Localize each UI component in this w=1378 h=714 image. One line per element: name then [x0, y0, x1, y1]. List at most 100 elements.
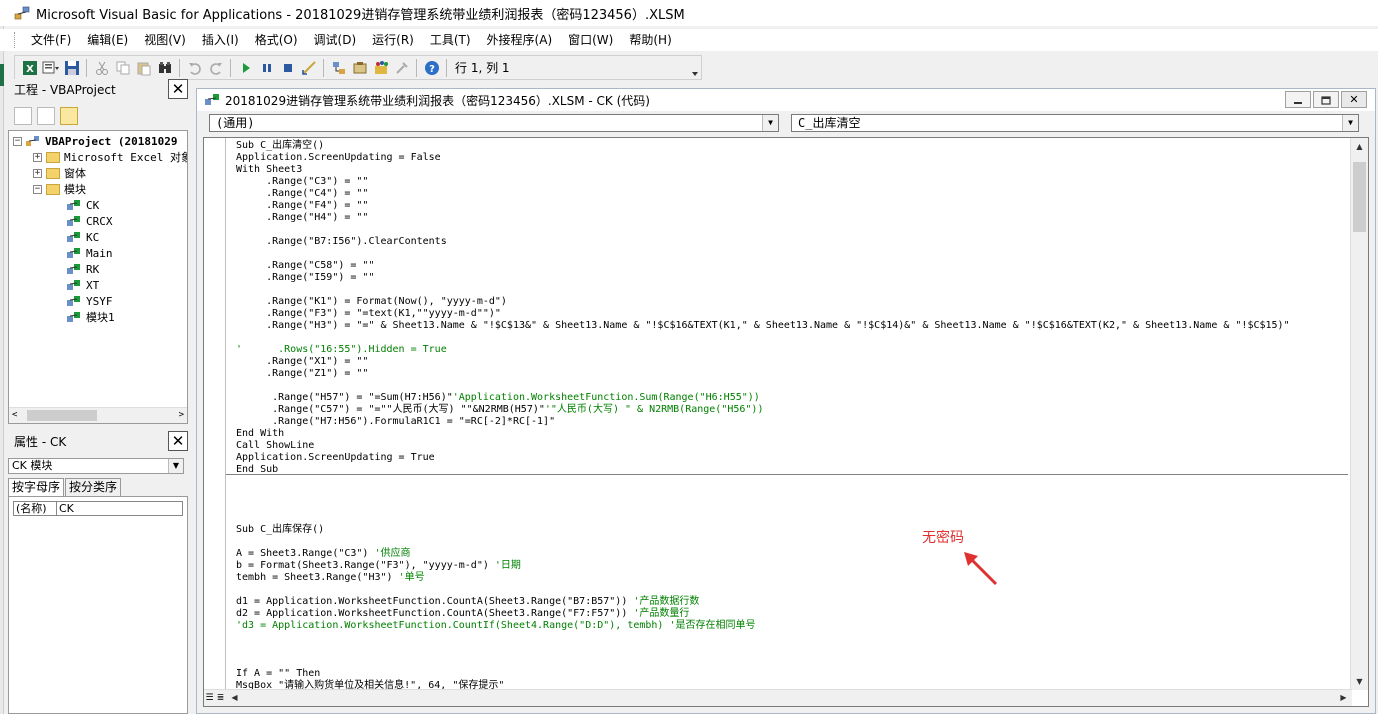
procedure-combo[interactable]: C_出库清空 ▼ — [791, 114, 1359, 132]
code-line[interactable]: .Range("I59") = "" — [236, 272, 1346, 284]
code-line[interactable]: Call ShowLine — [236, 440, 1346, 452]
scroll-down-icon[interactable]: ▼ — [1351, 673, 1368, 690]
code-line[interactable] — [236, 380, 1346, 392]
tree-folder-modules[interactable]: − 模块 — [33, 181, 86, 197]
code-line[interactable]: d1 = Application.WorksheetFunction.Count… — [236, 596, 1346, 608]
cut-icon[interactable] — [92, 58, 111, 77]
menu-window[interactable]: 窗口(W) — [560, 29, 621, 51]
object-combo[interactable]: (通用) ▼ — [209, 114, 779, 132]
code-line[interactable] — [236, 248, 1346, 260]
code-line[interactable] — [236, 512, 1346, 524]
code-line[interactable] — [236, 656, 1346, 668]
find-icon[interactable] — [155, 58, 174, 77]
expand-icon[interactable]: + — [33, 168, 42, 178]
scroll-left-icon[interactable]: < — [12, 410, 17, 420]
code-vertical-scrollbar[interactable]: ▲ ▼ — [1350, 138, 1368, 690]
excel-view-icon[interactable]: X — [20, 58, 39, 77]
menu-file[interactable]: 文件(F) — [23, 29, 79, 51]
object-browser-icon[interactable] — [371, 58, 390, 77]
view-code-icon[interactable] — [14, 107, 32, 125]
code-text[interactable]: Sub C_出库清空() Application.ScreenUpdating =… — [236, 140, 1346, 692]
chevron-down-icon[interactable]: ▼ — [168, 459, 183, 473]
tree-module-kc[interactable]: KC — [67, 229, 99, 245]
scroll-left-icon[interactable]: ◀ — [226, 690, 243, 706]
undo-icon[interactable] — [185, 58, 204, 77]
tree-module-main[interactable]: Main — [67, 245, 113, 261]
insert-module-icon[interactable] — [41, 58, 60, 77]
menu-edit[interactable]: 编辑(E) — [79, 29, 136, 51]
chevron-down-icon[interactable]: ▼ — [1342, 115, 1358, 131]
code-line[interactable]: b = Format(Sheet3.Range("F3"), "yyyy-m-d… — [236, 560, 1346, 572]
code-line[interactable]: .Range("B7:I56").ClearContents — [236, 236, 1346, 248]
property-value[interactable]: CK — [57, 502, 74, 515]
menu-run[interactable]: 运行(R) — [364, 29, 422, 51]
properties-object-select[interactable]: CK 模块 ▼ — [8, 458, 184, 474]
toggle-folders-icon[interactable] — [60, 107, 78, 125]
property-row-name[interactable]: (名称) CK — [13, 501, 183, 516]
code-line[interactable]: .Range("C4") = "" — [236, 188, 1346, 200]
scroll-thumb[interactable] — [1353, 162, 1366, 232]
code-line[interactable]: .Range("C3") = "" — [236, 176, 1346, 188]
code-line[interactable]: .Range("C58") = "" — [236, 260, 1346, 272]
toolbar-overflow-icon[interactable] — [691, 69, 699, 77]
restore-icon[interactable] — [1313, 91, 1339, 108]
menu-help[interactable]: 帮助(H) — [621, 29, 679, 51]
code-line[interactable]: .Range("C57") = "=""人民币(大写) ""&N2RMB(H57… — [236, 404, 1346, 416]
menu-addins[interactable]: 外接程序(A) — [479, 29, 561, 51]
code-line[interactable]: tembh = Sheet3.Range("H3") '单号 — [236, 572, 1346, 584]
view-object-icon[interactable] — [37, 107, 55, 125]
collapse-icon[interactable]: − — [33, 184, 42, 194]
code-line[interactable]: Application.ScreenUpdating = False — [236, 152, 1346, 164]
expand-icon[interactable]: + — [33, 152, 42, 162]
paste-icon[interactable] — [134, 58, 153, 77]
toolbox-icon[interactable] — [392, 58, 411, 77]
code-line[interactable]: .Range("H4") = "" — [236, 212, 1346, 224]
menu-tools[interactable]: 工具(T) — [422, 29, 479, 51]
code-line[interactable] — [236, 284, 1346, 296]
close-icon[interactable]: ✕ — [168, 79, 188, 99]
code-line[interactable]: Sub C_出库清空() — [236, 140, 1346, 152]
menu-insert[interactable]: 插入(I) — [194, 29, 247, 51]
code-line[interactable]: With Sheet3 — [236, 164, 1346, 176]
tree-horizontal-scrollbar[interactable]: < > — [9, 407, 187, 423]
tree-folder-excel-objects[interactable]: + Microsoft Excel 对象 — [33, 149, 187, 165]
code-line[interactable]: Application.ScreenUpdating = True — [236, 452, 1346, 464]
tree-item-root[interactable]: − VBAProject (20181029 — [13, 133, 177, 149]
tree-module-crcx[interactable]: CRCX — [67, 213, 113, 229]
code-line[interactable]: d2 = Application.WorksheetFunction.Count… — [236, 608, 1346, 620]
scroll-right-icon[interactable]: > — [179, 410, 184, 420]
close-icon[interactable]: ✕ — [168, 431, 188, 451]
code-line[interactable]: .Range("H7:H56").FormulaR1C1 = "=RC[-2]*… — [236, 416, 1346, 428]
code-line[interactable] — [236, 536, 1346, 548]
scroll-thumb[interactable] — [27, 410, 97, 421]
code-line[interactable]: .Range("F3") = "=text(K1,""yyyy-m-d"")" — [236, 308, 1346, 320]
break-icon[interactable] — [257, 58, 276, 77]
code-editor[interactable]: Sub C_出库清空() Application.ScreenUpdating =… — [203, 137, 1369, 707]
tree-module-ck[interactable]: CK — [67, 197, 99, 213]
code-line[interactable]: .Range("K1") = Format(Now(), "yyyy-m-d") — [236, 296, 1346, 308]
code-line[interactable]: .Range("Z1") = "" — [236, 368, 1346, 380]
code-line[interactable]: ' .Rows("16:55").Hidden = True — [236, 344, 1346, 356]
tree-module-xt[interactable]: XT — [67, 277, 99, 293]
scroll-up-icon[interactable]: ▲ — [1351, 138, 1368, 155]
code-line[interactable] — [236, 488, 1346, 500]
code-line[interactable]: If A = "" Then — [236, 668, 1346, 680]
code-line[interactable]: End With — [236, 428, 1346, 440]
menu-format[interactable]: 格式(O) — [247, 29, 306, 51]
save-icon[interactable] — [62, 58, 81, 77]
procedure-view-icon[interactable]: ☰ — [204, 690, 215, 706]
copy-icon[interactable] — [113, 58, 132, 77]
code-line[interactable]: 'd3 = Application.WorksheetFunction.Coun… — [236, 620, 1346, 632]
code-horizontal-scrollbar[interactable]: ◀ ▶ — [226, 689, 1352, 706]
full-module-view-icon[interactable]: ≣ — [215, 690, 226, 706]
code-line[interactable]: .Range("H57") = "=Sum(H7:H56)"'Applicati… — [236, 392, 1346, 404]
code-line[interactable]: .Range("F4") = "" — [236, 200, 1346, 212]
tab-categorized[interactable]: 按分类序 — [65, 478, 122, 496]
close-icon[interactable]: ✕ — [1341, 91, 1367, 108]
code-line[interactable]: .Range("H3") = "=" & Sheet13.Name & "!$C… — [236, 320, 1346, 332]
project-explorer-icon[interactable] — [329, 58, 348, 77]
code-line[interactable] — [236, 332, 1346, 344]
menu-debug[interactable]: 调试(D) — [306, 29, 365, 51]
tab-alphabetic[interactable]: 按字母序 — [8, 478, 65, 496]
code-line[interactable]: Sub C_出库保存() — [236, 524, 1346, 536]
